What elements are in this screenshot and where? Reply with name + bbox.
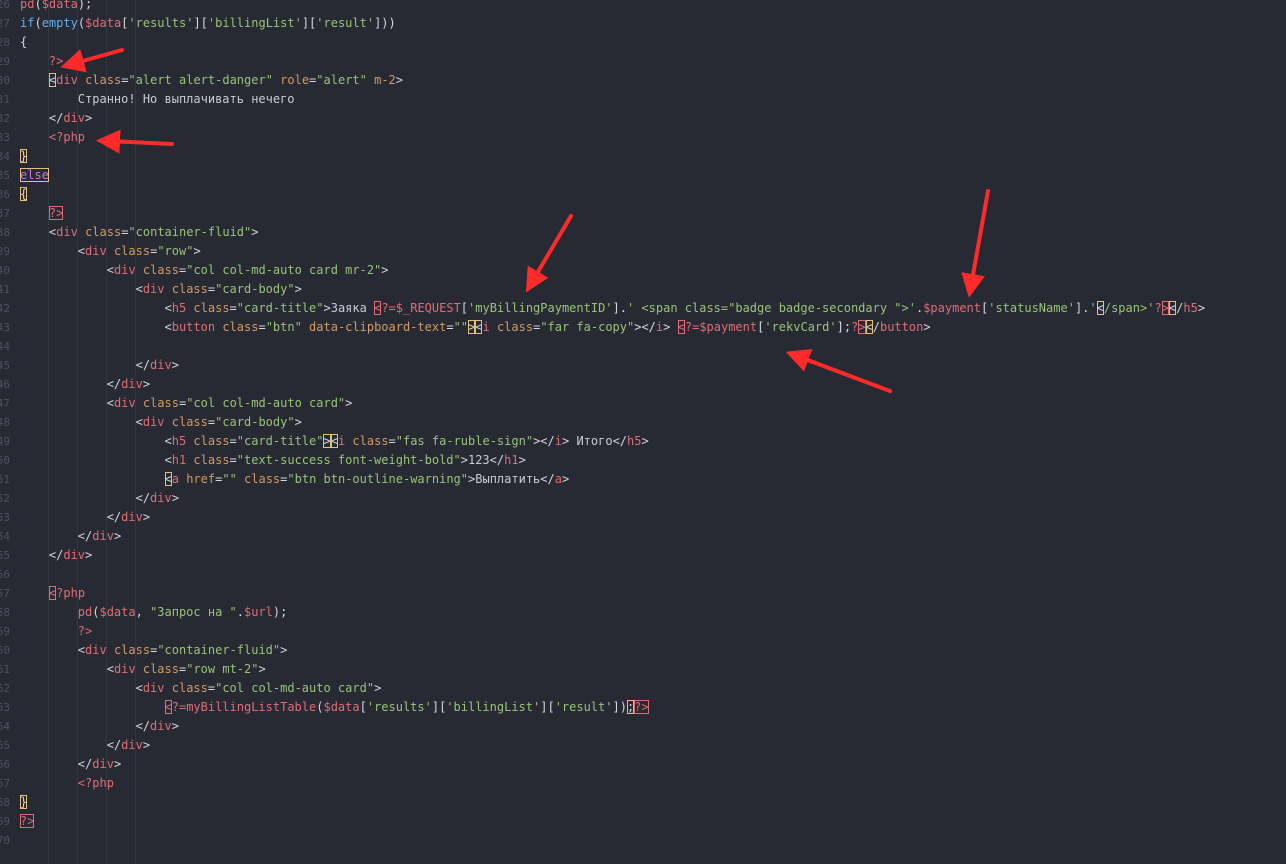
red-arrow-icon	[961, 189, 990, 298]
red-arrow-icon	[785, 348, 892, 393]
red-arrow-icon	[525, 214, 573, 293]
annotation-layer	[60, 48, 990, 393]
red-arrow-icon	[96, 129, 174, 154]
red-arrow-icon	[60, 48, 124, 73]
